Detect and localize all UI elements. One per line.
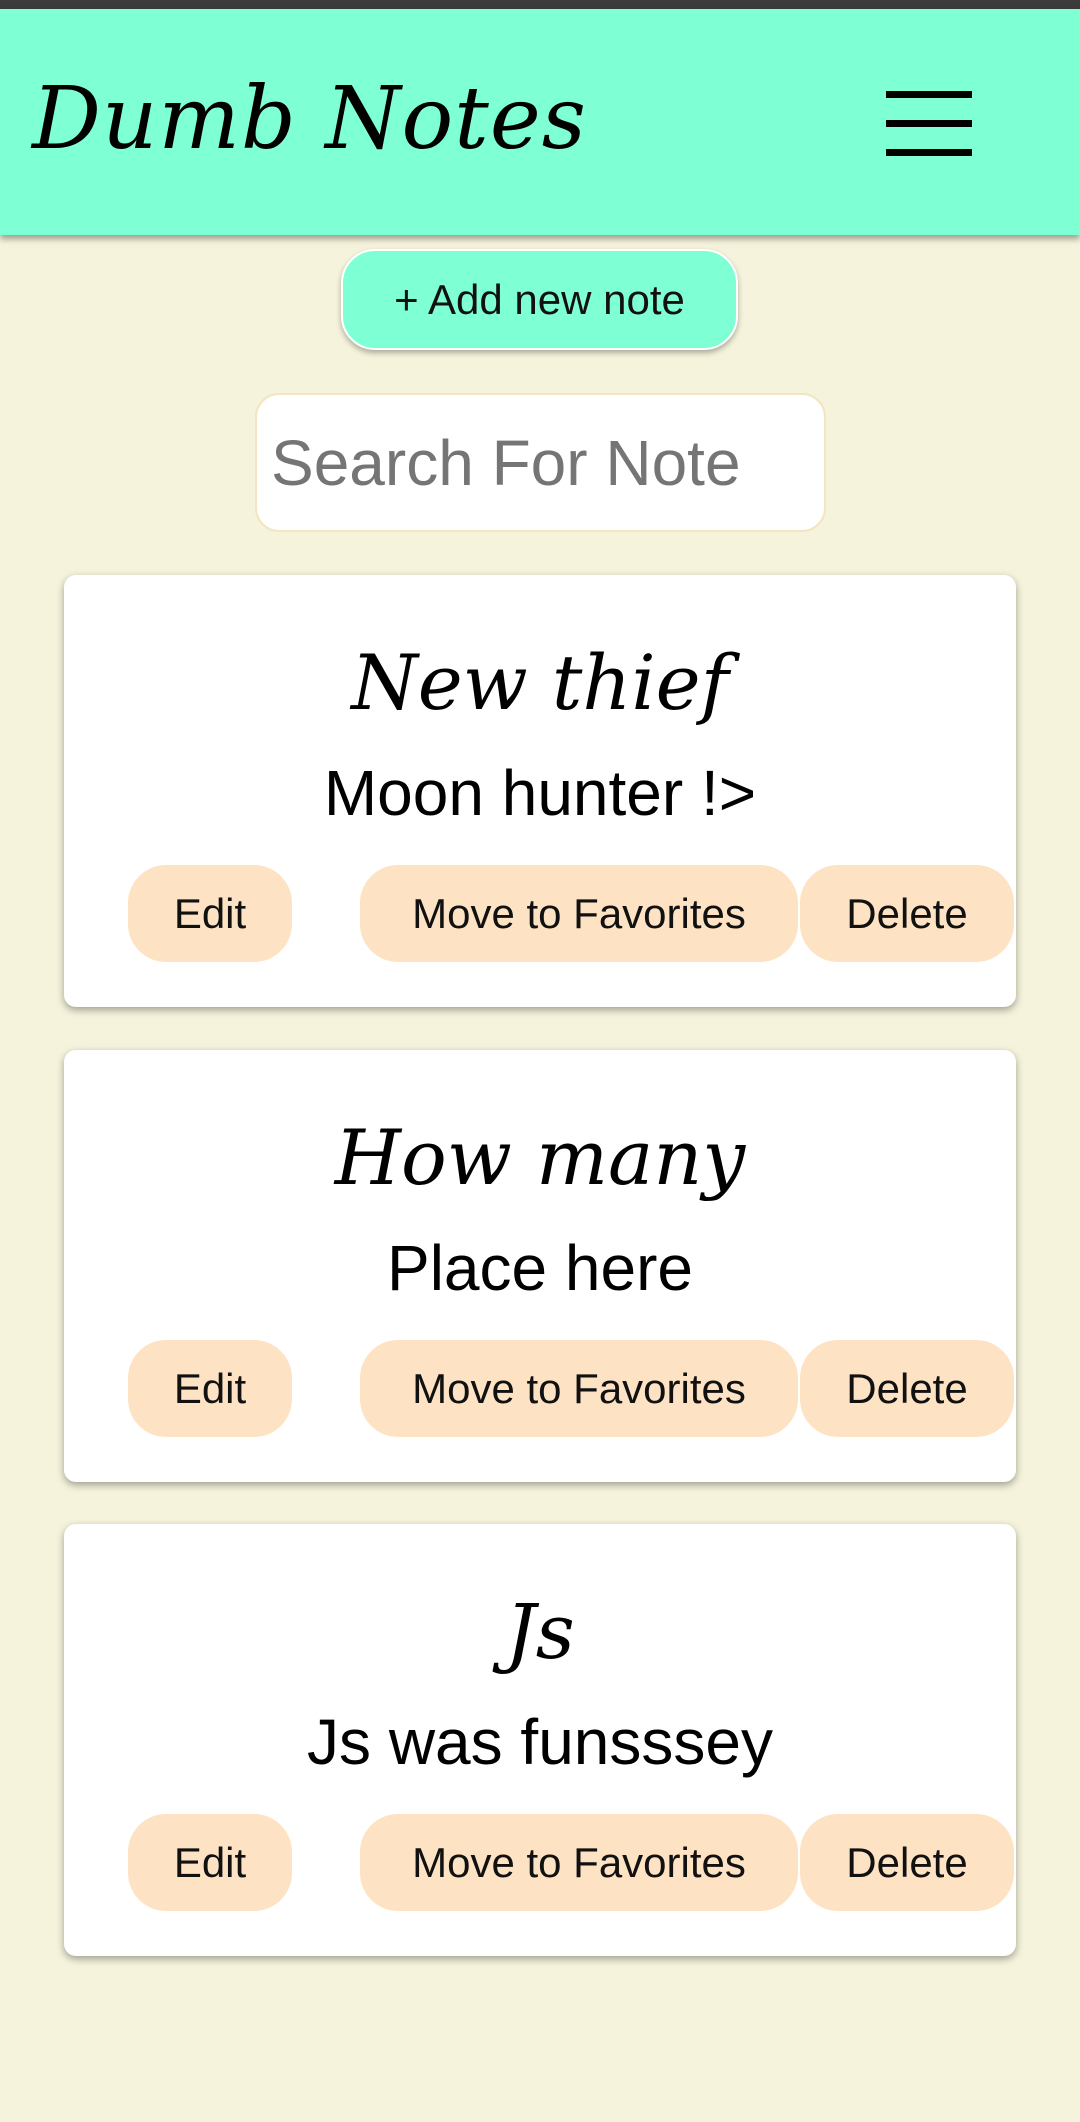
note-actions: Edit Move to Favorites Delete bbox=[128, 865, 1014, 962]
note-actions: Edit Move to Favorites Delete bbox=[128, 1814, 1014, 1911]
move-to-favorites-button[interactable]: Move to Favorites bbox=[360, 865, 798, 962]
move-to-favorites-button[interactable]: Move to Favorites bbox=[360, 1814, 798, 1911]
note-title: Js bbox=[505, 1587, 575, 1676]
menu-bar-bottom bbox=[886, 149, 972, 156]
hamburger-menu-icon[interactable] bbox=[880, 91, 972, 161]
app-header: Dumb Notes bbox=[0, 9, 1080, 235]
note-title: How many bbox=[334, 1113, 746, 1202]
edit-button[interactable]: Edit bbox=[128, 1340, 292, 1437]
delete-button[interactable]: Delete bbox=[800, 1814, 1014, 1911]
note-body: Js was funsssey bbox=[307, 1706, 773, 1778]
move-to-favorites-button[interactable]: Move to Favorites bbox=[360, 1340, 798, 1437]
note-card: New thief Moon hunter !> Edit Move to Fa… bbox=[64, 575, 1016, 1007]
status-bar bbox=[0, 0, 1080, 9]
app-title: Dumb Notes bbox=[32, 69, 587, 169]
note-body: Place here bbox=[387, 1232, 693, 1304]
note-body: Moon hunter !> bbox=[323, 757, 757, 829]
note-card: How many Place here Edit Move to Favorit… bbox=[64, 1050, 1016, 1482]
add-note-button[interactable]: + Add new note bbox=[341, 249, 738, 350]
delete-button[interactable]: Delete bbox=[800, 1340, 1014, 1437]
menu-bar-middle bbox=[886, 120, 972, 127]
note-actions: Edit Move to Favorites Delete bbox=[128, 1340, 1014, 1437]
note-title: New thief bbox=[351, 638, 729, 727]
menu-bar-top bbox=[886, 91, 972, 98]
note-card: Js Js was funsssey Edit Move to Favorite… bbox=[64, 1524, 1016, 1956]
search-input[interactable] bbox=[255, 393, 826, 532]
edit-button[interactable]: Edit bbox=[128, 1814, 292, 1911]
delete-button[interactable]: Delete bbox=[800, 865, 1014, 962]
edit-button[interactable]: Edit bbox=[128, 865, 292, 962]
